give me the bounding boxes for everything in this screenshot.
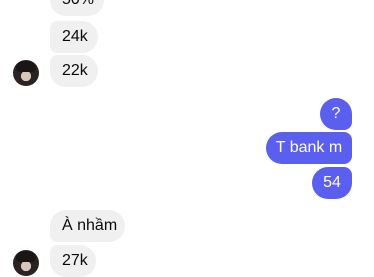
message-text: 24k — [62, 28, 88, 45]
incoming-message-bubble[interactable]: 50% — [50, 0, 104, 16]
incoming-message-bubble[interactable]: 27k — [50, 245, 96, 277]
message-text: 22k — [62, 62, 88, 79]
message-text: 27k — [62, 252, 88, 269]
message-text: T bank m — [275, 139, 343, 156]
message-text: À nhầm — [62, 217, 118, 234]
outgoing-message-bubble[interactable]: T bank m — [266, 132, 352, 164]
incoming-message-bubble[interactable]: À nhầm — [50, 210, 125, 242]
message-text: ? — [331, 105, 341, 122]
message-text: 50% — [62, 0, 94, 8]
outgoing-message-bubble[interactable]: 54 — [312, 167, 352, 199]
incoming-message-bubble[interactable]: 22k — [50, 55, 98, 87]
contact-avatar-icon[interactable] — [13, 60, 39, 86]
message-text: 54 — [323, 174, 341, 191]
incoming-message-bubble[interactable]: 24k — [50, 21, 98, 53]
contact-avatar-icon[interactable] — [13, 250, 39, 276]
outgoing-message-bubble[interactable]: ? — [320, 98, 352, 130]
chat-screen: { "messages": { "in_1": "50%", "in_2": "… — [0, 0, 374, 277]
